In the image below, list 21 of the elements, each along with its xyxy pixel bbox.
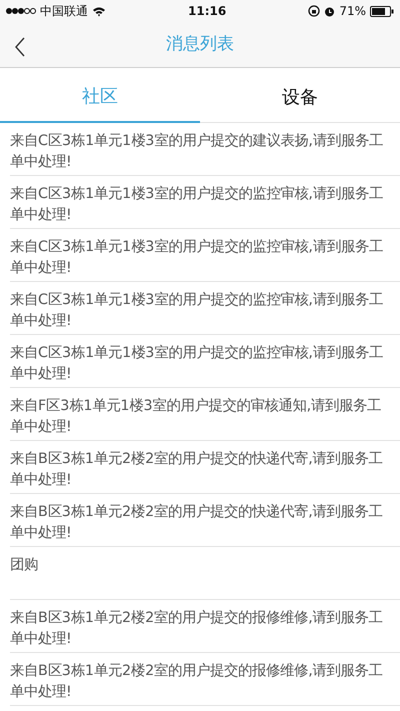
message-text[interactable]: 来自C区3栋1单元1楼3室的用户提交的监控审核,请到服务工 单中处理! [10,237,400,279]
clock-time: 11:16 [187,3,228,20]
message-text[interactable]: 来自B区3栋1单元2楼2室的用户提交的报修维修,请到服务工 单中处理! [10,661,400,703]
message-text[interactable]: 来自B区3栋1单元2楼2室的用户提交的快递代寄,请到服务工 单中处理! [10,449,400,491]
message-text[interactable]: 团购 [10,555,400,576]
carrier-name: 中国联通 [40,3,88,20]
message-text[interactable]: 来自C区3栋1单元1楼3室的用户提交的监控审核,请到服务工 单中处理! [10,343,400,385]
battery-percent: 71% [339,3,366,20]
message-text[interactable]: 来自C区3栋1单元1楼3室的用户提交的建议表扬,请到服务工 单中处理! [10,131,400,173]
page-title: 消息列表 [166,32,234,56]
wifi-icon [92,6,106,16]
battery-icon [370,6,394,16]
message-text[interactable]: 来自B区3栋1单元2楼2室的用户提交的快递代寄,请到服务工 单中处理! [10,502,400,544]
back-icon [14,36,26,58]
rotation-lock-icon [308,5,320,17]
message-text[interactable]: 来自C区3栋1单元1楼3室的用户提交的监控审核,请到服务工 单中处理! [10,184,400,226]
signal-icon [6,7,36,15]
message-text[interactable]: 来自B区3栋1单元2楼2室的用户提交的报修维修,请到服务工 单中处理! [10,608,400,650]
message-text[interactable]: 来自C区3栋1单元1楼3室的用户提交的监控审核,请到服务工 单中处理! [10,290,400,332]
message-text[interactable]: 来自F区3栋1单元1楼3室的用户提交的审核通知,请到服务工 单中处理! [10,396,400,438]
alarm-icon [324,6,336,16]
